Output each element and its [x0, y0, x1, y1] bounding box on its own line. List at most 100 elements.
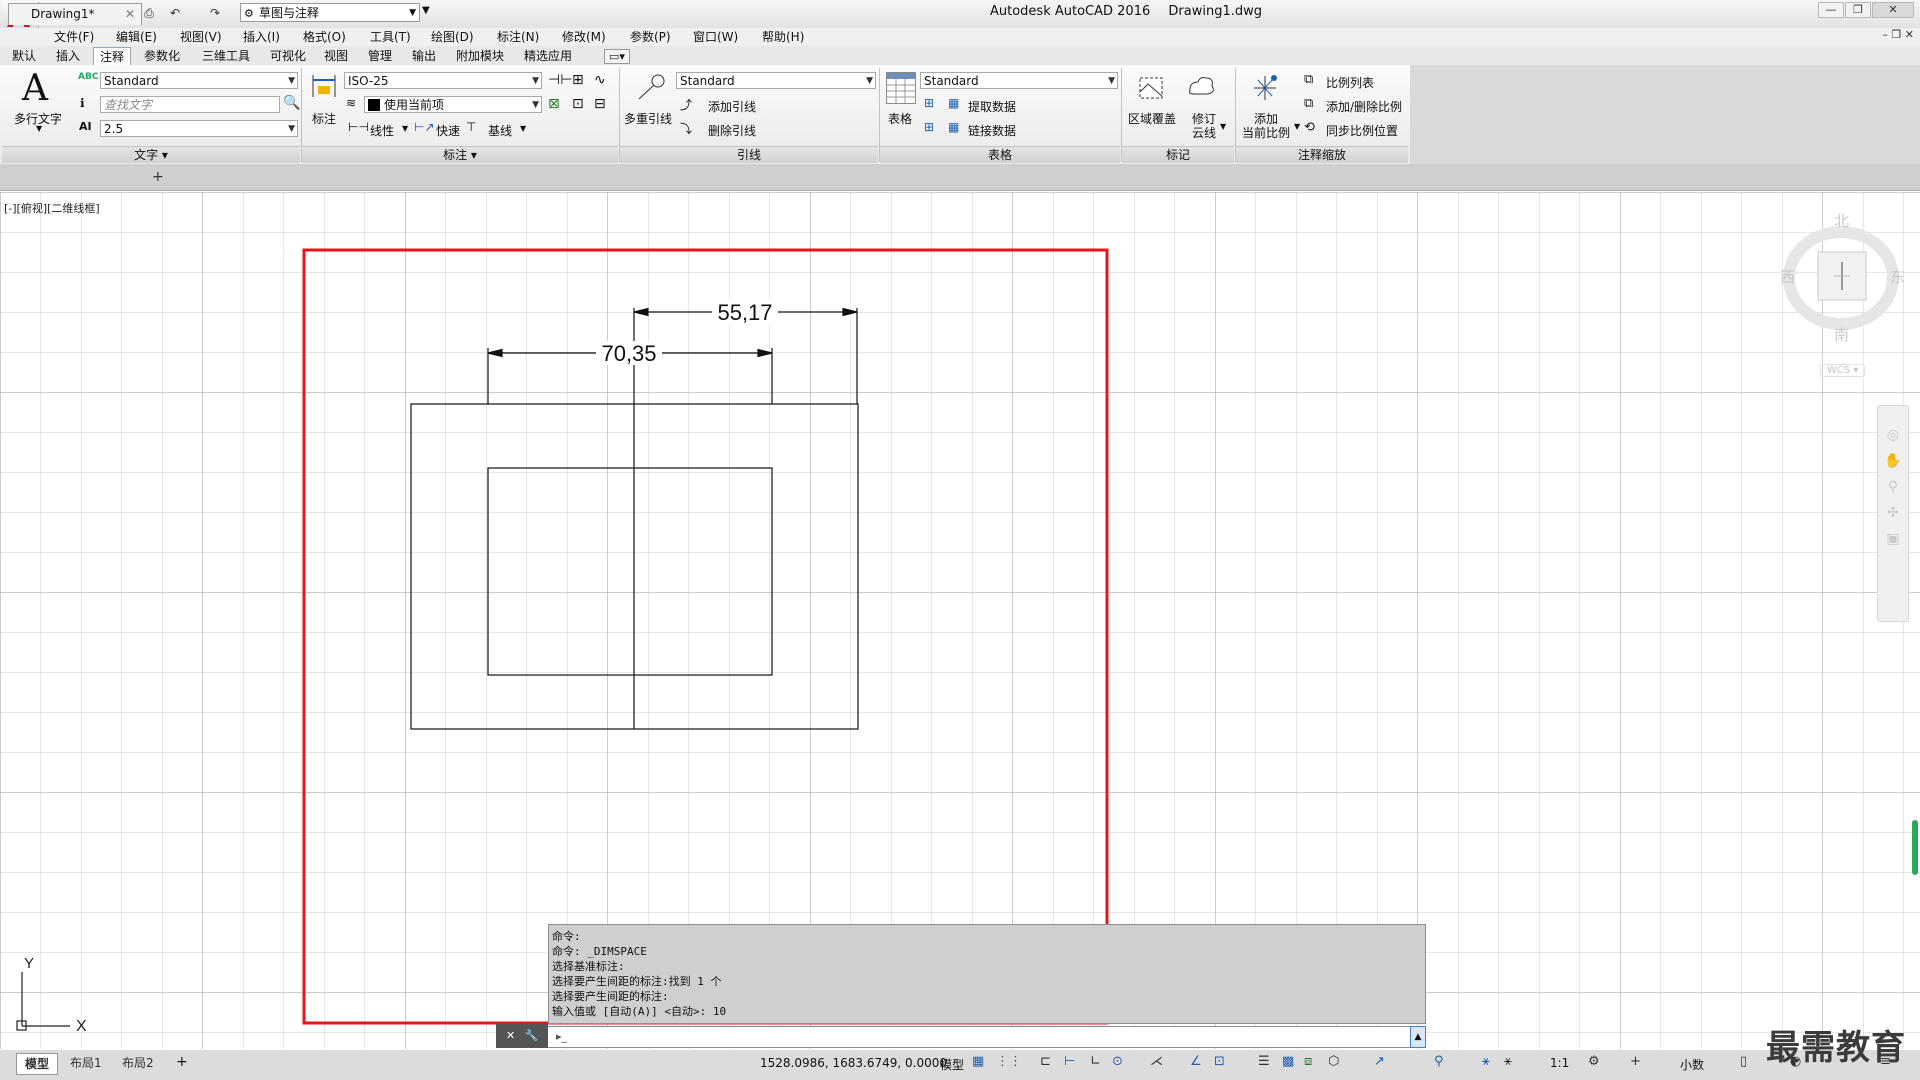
chevron-down-icon[interactable]: ▼ — [520, 124, 526, 133]
extract-data-label[interactable]: 提取数据 — [968, 98, 1016, 115]
menu-format[interactable]: 格式(O) — [303, 28, 346, 46]
document-window-controls[interactable]: – ❐ ✕ — [1882, 28, 1914, 41]
multileader-icon[interactable] — [634, 72, 666, 102]
drawing-canvas[interactable]: 55,17 70,35 Y X — [0, 192, 1920, 1049]
viewcube-north[interactable]: 北 — [1834, 210, 1849, 231]
annotation-visibility-icon[interactable]: ⚲ — [1434, 1054, 1444, 1069]
mtext-icon[interactable]: A — [22, 68, 48, 109]
doc-tab-drawing1[interactable]: Drawing1* ✕ — [8, 3, 142, 25]
zoom-extents-icon[interactable]: ⚲ — [1878, 474, 1908, 500]
menu-modify[interactable]: 修改(M) — [562, 28, 606, 46]
orbit-icon[interactable]: ✣ — [1878, 500, 1908, 526]
model-space-button[interactable]: 模型 — [940, 1056, 964, 1073]
remove-leader-label[interactable]: 删除引线 — [708, 122, 756, 139]
dimension-text-top[interactable]: 55,17 — [717, 300, 772, 325]
dim-break-icon[interactable]: ⊣⊢ — [548, 72, 572, 88]
qat-customize-icon[interactable]: ▼ — [422, 5, 430, 16]
maximize-button[interactable]: ❐ — [1845, 2, 1871, 18]
tab-output[interactable]: 输出 — [406, 47, 442, 65]
panel-footer-scale[interactable]: 注释缩放 — [1236, 146, 1408, 163]
sync-scale-icon[interactable]: ⟲ — [1304, 120, 1315, 135]
command-window-grip[interactable]: ✕ 🔧 — [496, 1024, 548, 1048]
isodraft-icon[interactable]: ⋌ — [1150, 1054, 1163, 1069]
tab-annotate[interactable]: 注释 — [93, 47, 132, 66]
customize-wrench-icon[interactable]: 🔧 — [525, 1029, 539, 1042]
add-leader-icon[interactable]: ⤴ — [680, 96, 692, 113]
snap-toggle-icon[interactable]: ⋮⋮ — [996, 1054, 1022, 1069]
quick-dim-label[interactable]: 快速 — [436, 122, 460, 139]
extract-data-icon[interactable]: ⊞ — [924, 96, 934, 110]
menu-file[interactable]: 文件(F) — [54, 28, 94, 46]
tab-3d-tools[interactable]: 三维工具 — [196, 47, 256, 65]
command-input[interactable] — [500, 1026, 1426, 1048]
table-style-combo[interactable]: Standard ▼ — [920, 72, 1118, 89]
showmotion-icon[interactable]: ▣ — [1878, 526, 1908, 552]
workspace-switcher[interactable]: ⚙ 草图与注释 ▼ — [240, 3, 420, 22]
viewcube[interactable]: 北 南 东 西 WCS ▾ — [1776, 200, 1906, 380]
dim-layer-combo[interactable]: 使用当前项 ▼ — [364, 96, 542, 113]
units-value[interactable]: 小数 — [1680, 1056, 1704, 1073]
panel-footer-markup[interactable]: 标记 — [1122, 146, 1234, 163]
panel-footer-leader[interactable]: 引线 — [620, 146, 878, 163]
dynamic-input-icon[interactable]: ⊢ — [1064, 1054, 1075, 1069]
polar-tracking-icon[interactable]: ⊙ — [1112, 1054, 1123, 1069]
chevron-down-icon[interactable]: ▼ — [1294, 122, 1300, 131]
dim-inspect-icon[interactable]: ⊠ — [548, 96, 560, 112]
menu-parametric[interactable]: 参数(P) — [630, 28, 671, 46]
table-icon[interactable] — [886, 72, 916, 104]
table-button-label[interactable]: 表格 — [888, 110, 912, 127]
auto-scale-icon[interactable]: ⚹ — [1504, 1054, 1512, 1069]
wipeout-icon[interactable] — [1136, 72, 1166, 102]
mleader-style-combo[interactable]: Standard ▼ — [676, 72, 876, 89]
tab-manage[interactable]: 管理 — [362, 47, 398, 65]
text-height-combo[interactable]: 2.5 ▼ — [100, 120, 298, 137]
tab-insert[interactable]: 插入 — [50, 47, 86, 65]
selection-cycling-icon[interactable]: ⧈ — [1304, 1054, 1312, 1069]
tab-default[interactable]: 默认 — [6, 47, 42, 65]
add-leader-label[interactable]: 添加引线 — [708, 98, 756, 115]
extract-data-table-icon[interactable]: ▦ — [948, 96, 959, 110]
wcs-menu[interactable]: WCS ▾ — [1820, 364, 1866, 377]
dim-tolerance-icon[interactable]: ∿ — [594, 72, 606, 88]
vertical-scrollbar-thumb[interactable] — [1912, 820, 1918, 875]
menu-help[interactable]: 帮助(H) — [762, 28, 804, 46]
revcloud-label-2[interactable]: 云线 — [1192, 124, 1216, 141]
chevron-down-icon[interactable]: ▼ — [36, 124, 42, 133]
tab-layout1[interactable]: 布局1 — [62, 1053, 110, 1073]
menu-dimension[interactable]: 标注(N) — [497, 28, 539, 46]
panel-footer-text[interactable]: 文字 ▾ — [2, 146, 300, 163]
add-layout-plus-icon[interactable]: + — [176, 1054, 188, 1070]
add-scale-label-2[interactable]: 当前比例 — [1242, 124, 1290, 141]
tab-model[interactable]: 模型 — [16, 1053, 59, 1075]
close-icon[interactable]: ✕ — [125, 4, 135, 25]
close-icon[interactable]: ✕ — [506, 1029, 515, 1042]
tab-layout2[interactable]: 布局2 — [114, 1053, 162, 1073]
text-style-combo[interactable]: Standard ▼ — [100, 72, 298, 89]
menu-draw[interactable]: 绘图(D) — [431, 28, 474, 46]
dim-adjust-space-icon[interactable]: ⊞ — [572, 72, 584, 88]
sync-scale-label[interactable]: 同步比例位置 — [1326, 122, 1398, 139]
link-data-label[interactable]: 链接数据 — [968, 122, 1016, 139]
annotation-scale-value[interactable]: 1:1 — [1550, 1056, 1569, 1070]
menu-tools[interactable]: 工具(T) — [370, 28, 411, 46]
viewcube-east[interactable]: 东 — [1890, 266, 1905, 287]
dimension-button-label[interactable]: 标注 — [312, 110, 336, 127]
redo-icon[interactable]: ↷ — [206, 4, 224, 22]
ribbon-minimize-button[interactable]: ▭▾ — [604, 49, 630, 64]
find-text-input[interactable]: 查找文字 — [100, 96, 280, 113]
3d-osnap-icon[interactable]: ⬡ — [1328, 1054, 1339, 1069]
print-icon[interactable]: ⎙ — [140, 4, 158, 22]
baseline-dim-icon[interactable]: ⊤ — [466, 120, 476, 134]
dimension-text-bottom[interactable]: 70,35 — [601, 341, 656, 366]
dynamic-ucs-icon[interactable]: ↗ — [1374, 1054, 1385, 1069]
dim-update-icon[interactable]: ⊡ — [572, 96, 584, 112]
scale-list-label[interactable]: 比例列表 — [1326, 74, 1374, 91]
menu-edit[interactable]: 编辑(E) — [116, 28, 157, 46]
tab-parametric[interactable]: 参数化 — [138, 47, 186, 65]
chevron-down-icon[interactable]: ▼ — [1220, 122, 1226, 131]
wipeout-label[interactable]: 区域覆盖 — [1128, 110, 1176, 127]
link-data-table-icon[interactable]: ▦ — [948, 120, 959, 134]
add-remove-scale-icon[interactable]: ⧉ — [1304, 96, 1313, 111]
link-data-icon[interactable]: ⊞ — [924, 120, 934, 134]
steering-wheel-icon[interactable]: ◎ — [1878, 422, 1908, 448]
